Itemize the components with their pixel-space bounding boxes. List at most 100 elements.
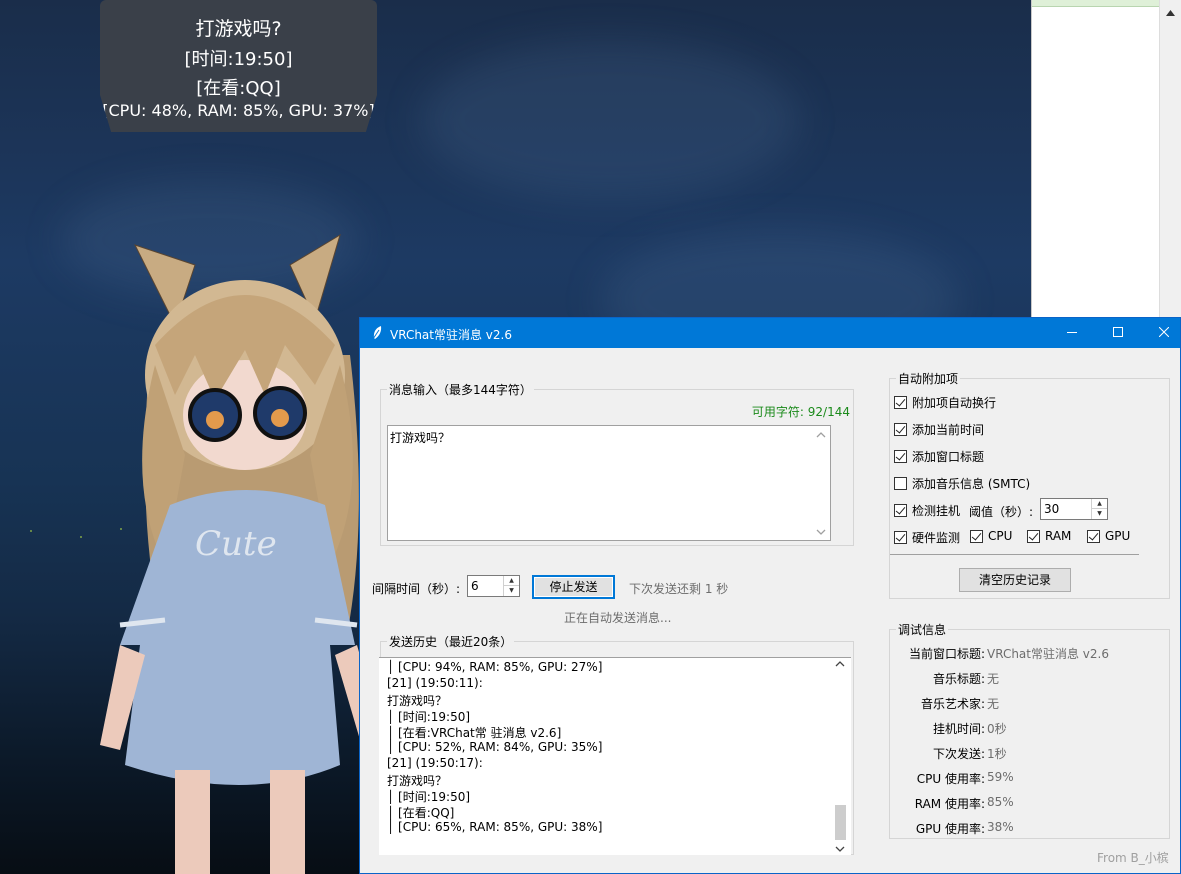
spin-up-icon[interactable]: ▲ bbox=[504, 576, 519, 586]
debug-value: 无 bbox=[987, 672, 1000, 686]
add-music-checkbox[interactable]: 添加音乐信息 (SMTC) bbox=[894, 475, 1030, 492]
message-input-group: 消息输入（最多144字符） 可用字符: 92/144 打游戏吗？ bbox=[380, 381, 854, 546]
checkbox-icon[interactable] bbox=[1087, 529, 1100, 543]
threshold-label: 阈值（秒）: bbox=[969, 505, 1034, 519]
checkbox-icon[interactable] bbox=[970, 529, 983, 543]
checkbox-icon[interactable] bbox=[894, 504, 907, 517]
debug-value: 38% bbox=[987, 820, 1014, 834]
add-time-checkbox[interactable]: 添加当前时间 bbox=[894, 421, 984, 438]
hardware-monitor-checkbox[interactable]: 硬件监测 bbox=[894, 529, 960, 546]
history-line: [21] (19:50:11): bbox=[387, 676, 483, 690]
svg-text:Cute: Cute bbox=[195, 524, 277, 564]
history-line: │ [CPU: 52%, RAM: 84%, GPU: 35%] bbox=[387, 740, 603, 754]
debug-group: 调试信息 当前窗口标题: VRChat常驻消息 v2.6 音乐标题: 无音乐艺术家: 无… bbox=[889, 621, 1170, 839]
interval-spinbox[interactable]: 6 ▲ ▼ bbox=[467, 575, 520, 597]
interval-value: 6 bbox=[471, 579, 479, 593]
close-icon bbox=[1158, 326, 1170, 338]
history-scrollbar[interactable] bbox=[831, 658, 851, 855]
add-window-title-checkbox[interactable]: 添加窗口标题 bbox=[894, 448, 984, 465]
history-line: │ [CPU: 65%, RAM: 85%, GPU: 38%] bbox=[387, 820, 603, 834]
history-line: │ [时间:19:50] bbox=[387, 790, 471, 804]
gpu-checkbox[interactable]: GPU bbox=[1087, 529, 1130, 543]
scroll-up-icon[interactable] bbox=[1166, 10, 1175, 16]
maximize-icon bbox=[1113, 327, 1123, 337]
debug-key: 音乐艺术家: bbox=[920, 697, 985, 711]
history-line: [21] (19:50:17): bbox=[387, 756, 483, 770]
sending-status: 正在自动发送消息... bbox=[564, 611, 672, 625]
threshold-spinbox[interactable]: 30 ▲ ▼ bbox=[1040, 498, 1108, 520]
debug-key: 下次发送: bbox=[932, 747, 985, 761]
overlay-time: [时间:19:50] bbox=[184, 49, 293, 70]
message-text: 打游戏吗？ bbox=[390, 431, 451, 445]
auto-wrap-checkbox[interactable]: 附加项自动换行 bbox=[894, 394, 996, 411]
debug-label: 调试信息 bbox=[896, 621, 949, 638]
auto-items-label: 自动附加项 bbox=[896, 370, 961, 387]
clear-history-button[interactable]: 清空历史记录 bbox=[959, 568, 1071, 592]
message-scrollbar[interactable] bbox=[812, 426, 830, 540]
feather-icon bbox=[372, 326, 382, 340]
checkbox-icon[interactable] bbox=[894, 423, 907, 436]
interval-label: 间隔时间（秒）: bbox=[372, 582, 461, 596]
checkbox-icon[interactable] bbox=[894, 477, 907, 490]
maximize-button[interactable] bbox=[1095, 318, 1141, 348]
debug-key: 挂机时间: bbox=[932, 722, 985, 736]
history-line: 打游戏吗？ bbox=[387, 774, 448, 788]
history-line: 打游戏吗？ bbox=[387, 694, 448, 708]
scroll-down-icon[interactable] bbox=[835, 845, 845, 853]
history-textarea[interactable]: │ [CPU: 94%, RAM: 85%, GPU: 27%] [21] (19… bbox=[379, 657, 851, 855]
debug-value: 0秒 bbox=[987, 722, 1007, 736]
app-window: VRChat常驻消息 v2.6 消息输入（最多144字符） 可用字符: 92/1… bbox=[359, 317, 1181, 874]
background-window bbox=[1031, 0, 1181, 318]
scroll-down-icon[interactable] bbox=[816, 528, 826, 536]
debug-value: 无 bbox=[987, 697, 1000, 711]
debug-key: 音乐标题: bbox=[932, 672, 985, 686]
auto-items-separator bbox=[890, 554, 1139, 555]
history-line: │ [时间:19:50] bbox=[387, 710, 471, 724]
history-label: 发送历史（最近20条） bbox=[387, 633, 515, 650]
stop-send-button[interactable]: 停止发送 bbox=[532, 575, 615, 599]
debug-key: RAM 使用率: bbox=[914, 797, 985, 811]
history-group: 发送历史（最近20条） │ [CPU: 94%, RAM: 85%, GPU: … bbox=[379, 633, 854, 855]
countdown-text: 下次发送还剩 1 秒 bbox=[629, 582, 729, 596]
footer-credit: From B_小槟 bbox=[1097, 851, 1169, 865]
debug-value: 1秒 bbox=[987, 747, 1007, 761]
minimize-button[interactable] bbox=[1049, 318, 1095, 348]
message-textarea[interactable]: 打游戏吗？ bbox=[387, 425, 831, 541]
debug-key: CPU 使用率: bbox=[916, 772, 985, 786]
debug-value: VRChat常驻消息 v2.6 bbox=[987, 647, 1109, 661]
title-bar[interactable]: VRChat常驻消息 v2.6 bbox=[360, 318, 1180, 348]
spin-up-icon[interactable]: ▲ bbox=[1092, 499, 1107, 509]
spin-down-icon[interactable]: ▼ bbox=[1092, 509, 1107, 519]
available-chars: 可用字符: 92/144 bbox=[751, 405, 850, 419]
overlay-message: 打游戏吗? bbox=[195, 18, 282, 40]
checkbox-icon[interactable] bbox=[894, 396, 907, 409]
avatar-character: Cute bbox=[100, 233, 385, 874]
history-line: │ [CPU: 94%, RAM: 85%, GPU: 27%] bbox=[387, 660, 603, 674]
overlay-watching: [在看:QQ] bbox=[196, 78, 281, 99]
background-window-scrollbar[interactable] bbox=[1159, 0, 1181, 318]
history-scroll-thumb[interactable] bbox=[835, 805, 846, 840]
message-input-label: 消息输入（最多144字符） bbox=[387, 381, 534, 398]
debug-key: GPU 使用率: bbox=[915, 822, 985, 836]
checkbox-icon[interactable] bbox=[894, 531, 907, 544]
threshold-value: 30 bbox=[1044, 502, 1060, 516]
history-line: │ [在看:QQ] bbox=[387, 806, 455, 820]
auto-items-group: 自动附加项 附加项自动换行 添加当前时间 添加窗口标题 添加音乐信息 (SMTC… bbox=[889, 370, 1170, 599]
checkbox-icon[interactable] bbox=[894, 450, 907, 463]
debug-value: 59% bbox=[987, 770, 1014, 784]
scroll-up-icon[interactable] bbox=[835, 660, 845, 668]
history-line: │ [在看:VRChat常 驻消息 v2.6] bbox=[387, 726, 562, 740]
background-window-header bbox=[1032, 0, 1160, 7]
close-button[interactable] bbox=[1141, 318, 1181, 348]
scroll-up-icon[interactable] bbox=[816, 431, 826, 439]
overlay-hardware: [CPU: 48%, RAM: 85%, GPU: 37%] bbox=[102, 101, 375, 120]
spin-down-icon[interactable]: ▼ bbox=[504, 586, 519, 596]
debug-value: 85% bbox=[987, 795, 1014, 809]
cpu-checkbox[interactable]: CPU bbox=[970, 529, 1012, 543]
ram-checkbox[interactable]: RAM bbox=[1027, 529, 1071, 543]
window-title: VRChat常驻消息 v2.6 bbox=[390, 328, 512, 342]
minimize-icon bbox=[1067, 332, 1077, 333]
checkbox-icon[interactable] bbox=[1027, 529, 1040, 543]
detect-afk-checkbox[interactable]: 检测挂机 bbox=[894, 502, 960, 519]
chatbox-overlay: 打游戏吗? [时间:19:50] [在看:QQ] [CPU: 48%, RAM:… bbox=[100, 0, 377, 132]
